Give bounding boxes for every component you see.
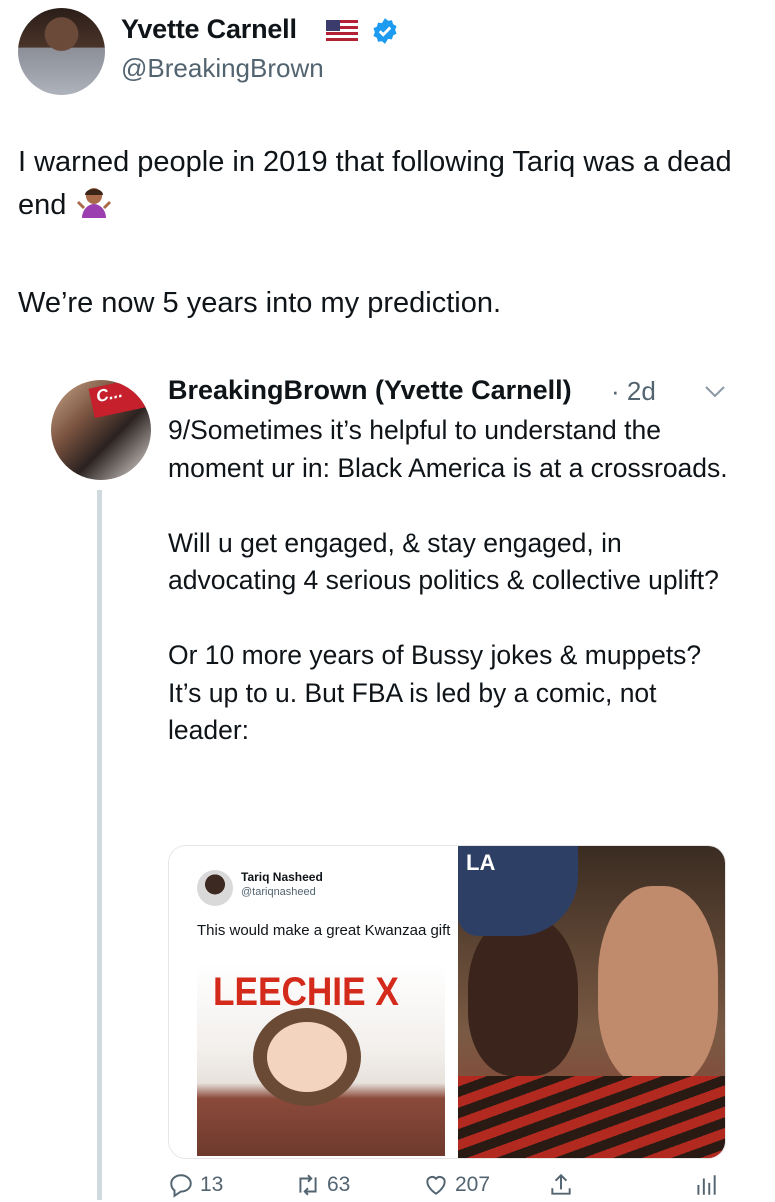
inner-tweet-handle: @tariqnasheed	[241, 886, 316, 898]
photo-person-right	[598, 886, 718, 1086]
chevron-down-icon[interactable]	[703, 382, 727, 400]
photo-person-left	[468, 916, 578, 1076]
media-screenshot[interactable]: Tariq Nasheed @tariqnasheed This would m…	[169, 846, 454, 1158]
inner-tweet-avatar	[197, 870, 233, 906]
retweet-icon	[299, 1174, 317, 1196]
thread-connector-line	[97, 490, 102, 1200]
photo-shirt	[458, 1076, 725, 1158]
analytics-icon	[697, 1175, 716, 1195]
retweet-button[interactable]: 63	[295, 1172, 350, 1198]
timestamp-value: 2d	[626, 376, 656, 406]
like-count: 207	[455, 1173, 491, 1196]
heart-icon	[426, 1175, 446, 1195]
quoted-paragraph-3: Or 10 more years of Bussy jokes & muppet…	[168, 640, 702, 745]
quoted-tweet-text: 9/Sometimes it’s helpful to understand t…	[168, 412, 738, 750]
quoted-media-container[interactable]: Tariq Nasheed @tariqnasheed This would m…	[168, 845, 726, 1159]
quoted-author-name[interactable]: BreakingBrown (Yvette Carnell)	[168, 375, 572, 406]
cap-logo: LA	[466, 850, 496, 875]
media-photo[interactable]: LA	[458, 846, 725, 1158]
views-button[interactable]	[693, 1172, 719, 1198]
reply-button[interactable]: 13	[168, 1172, 223, 1198]
reply-count: 13	[200, 1173, 224, 1196]
reply-icon	[170, 1174, 192, 1198]
tweet-line-1: I warned people in 2019 that following T…	[18, 146, 732, 221]
verified-badge-icon	[373, 18, 397, 44]
quoted-paragraph-1: 9/Sometimes it’s helpful to understand t…	[168, 415, 728, 483]
tweet-text: I warned people in 2019 that following T…	[18, 142, 763, 323]
share-icon	[551, 1173, 571, 1195]
person-shrugging-emoji	[77, 188, 112, 218]
retweet-count: 63	[327, 1173, 351, 1196]
doll-image	[267, 1022, 347, 1092]
photo-cap: LA	[458, 846, 578, 936]
author-avatar[interactable]	[18, 8, 105, 95]
timestamp-separator: ·	[611, 376, 620, 406]
quoted-author-avatar[interactable]: C...	[51, 380, 151, 480]
quoted-avatar-text: C...	[94, 382, 125, 407]
quoted-paragraph-2: Will u get engaged, & stay engaged, in a…	[168, 527, 719, 596]
inner-tweet-text: This would make a great Kwanzaa gift	[197, 922, 451, 939]
inner-tweet-name: Tariq Nasheed	[241, 870, 323, 884]
doll-photo: LEECHIE X	[197, 964, 445, 1156]
quoted-timestamp[interactable]: · 2d	[611, 376, 656, 407]
tweet-line-2: We’re now 5 years into my prediction.	[18, 287, 502, 319]
poster-title: LEECHIE X	[213, 970, 399, 1014]
us-flag-icon	[326, 20, 358, 41]
author-handle[interactable]: @BreakingBrown	[121, 53, 324, 84]
tweet-action-bar: 13 63 207	[168, 1172, 728, 1202]
share-button[interactable]	[548, 1172, 574, 1198]
like-button[interactable]: 207	[423, 1172, 490, 1198]
author-display-name[interactable]: Yvette Carnell	[121, 14, 297, 45]
